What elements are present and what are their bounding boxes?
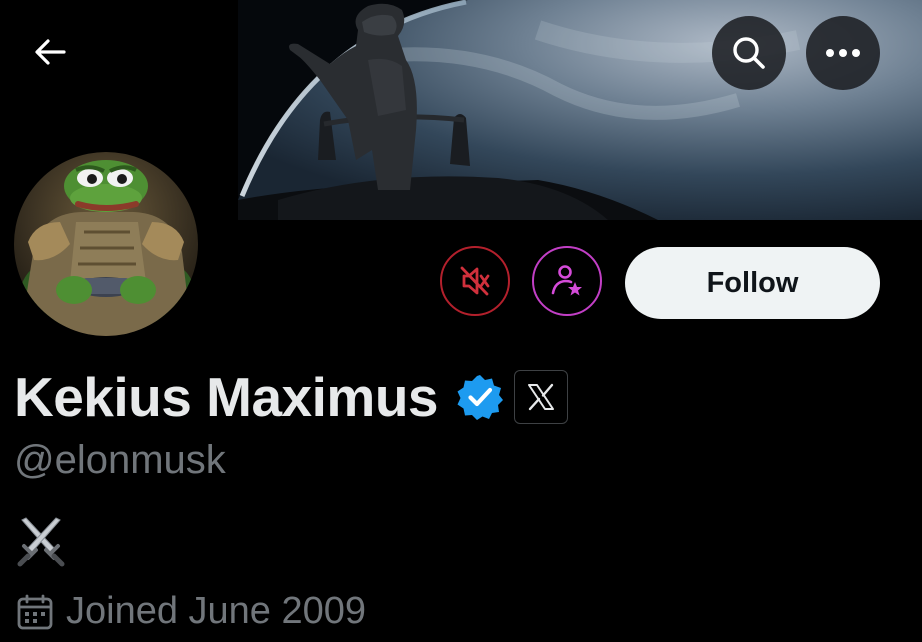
- profile-avatar[interactable]: [12, 150, 200, 338]
- affiliation-badge[interactable]: [514, 370, 569, 424]
- more-button[interactable]: [806, 16, 880, 90]
- x-logo-icon: [528, 383, 555, 411]
- back-button[interactable]: [22, 24, 78, 80]
- user-handle: @elonmusk: [14, 438, 226, 482]
- unmute-button[interactable]: [440, 246, 510, 316]
- arrow-left-icon: [35, 39, 66, 65]
- notifications-muted-icon: [460, 266, 490, 296]
- calendar-icon: [17, 594, 53, 629]
- subscribe-button[interactable]: [532, 246, 602, 316]
- follow-button[interactable]: Follow: [625, 247, 880, 319]
- display-name: Kekius Maximus: [14, 366, 439, 428]
- profile-page: Follow Kekius Maximus @elonmusk ⚔️: [0, 0, 922, 642]
- search-button[interactable]: [712, 16, 786, 90]
- search-icon: [733, 37, 765, 69]
- avatar-image: [14, 152, 198, 336]
- name-row: Kekius Maximus: [14, 362, 569, 432]
- verified-checkmark-icon[interactable]: [456, 373, 504, 421]
- subscribe-star-icon: [551, 265, 582, 296]
- joined-date-row: Joined June 2009: [16, 590, 366, 633]
- joined-date: Joined June 2009: [66, 590, 367, 632]
- crossed-swords-icon: [17, 517, 65, 567]
- more-horizontal-icon: [826, 49, 860, 57]
